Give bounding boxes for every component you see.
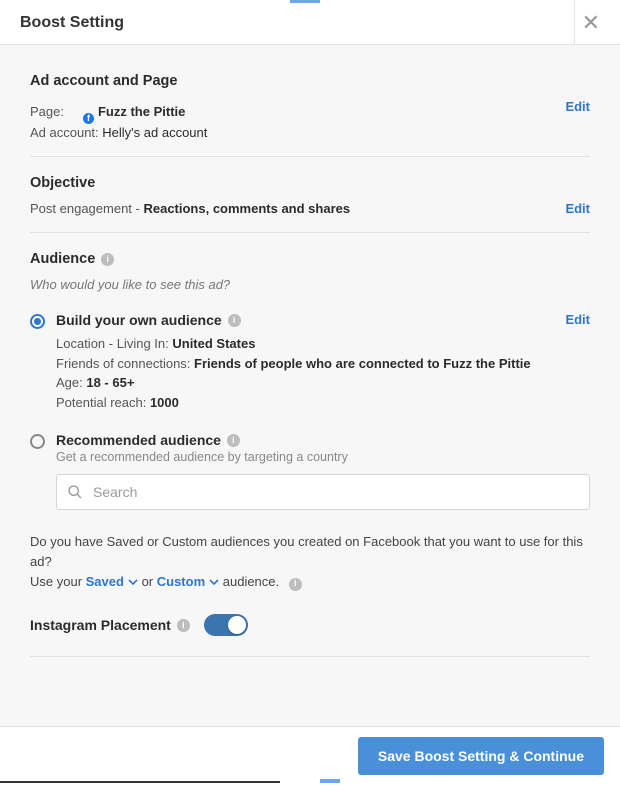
info-icon[interactable]: i xyxy=(227,434,240,447)
instagram-placement-label: Instagram Placement i xyxy=(30,617,190,633)
recommended-sub: Get a recommended audience by targeting … xyxy=(56,450,590,464)
edit-objective-link[interactable]: Edit xyxy=(565,201,590,216)
location-label: Location - Living In: xyxy=(56,336,172,351)
info-icon[interactable]: i xyxy=(177,619,190,632)
toggle-knob-icon xyxy=(228,616,246,634)
custom-audience-link[interactable]: Custom xyxy=(157,572,219,592)
save-continue-button[interactable]: Save Boost Setting & Continue xyxy=(358,737,604,775)
chevron-down-icon xyxy=(128,577,138,587)
radio-build-own[interactable] xyxy=(30,314,45,329)
saved-question: Do you have Saved or Custom audiences yo… xyxy=(30,534,583,569)
custom-link-text: Custom xyxy=(157,572,205,592)
search-icon xyxy=(67,484,83,500)
reach-value: 1000 xyxy=(150,395,179,410)
reach-label: Potential reach: xyxy=(56,395,150,410)
age-value: 18 - 65+ xyxy=(86,375,134,390)
objective-detail: Reactions, comments and shares xyxy=(143,201,350,216)
recommended-title: Recommended audience i xyxy=(56,432,590,448)
build-own-title: Build your own audience i xyxy=(56,312,241,328)
page-name: Fuzz the Pittie xyxy=(98,104,185,119)
search-input[interactable] xyxy=(56,474,590,510)
friends-label: Friends of connections: xyxy=(56,356,194,371)
info-icon[interactable]: i xyxy=(228,314,241,327)
ad-account-label: Ad account: xyxy=(30,125,99,140)
saved-audience-link[interactable]: Saved xyxy=(86,572,138,592)
audience-section-heading: Audience i xyxy=(30,251,590,267)
modal-footer: Save Boost Setting & Continue xyxy=(0,726,620,785)
ad-account-line: Ad account: Helly's ad account xyxy=(30,125,565,140)
modal-content: Ad account and Page Page: f Fuzz the Pit… xyxy=(0,45,620,735)
audience-details: Location - Living In: United States Frie… xyxy=(56,334,590,412)
info-icon[interactable]: i xyxy=(101,253,114,266)
saved-link-text: Saved xyxy=(86,572,124,592)
page-avatar: f xyxy=(68,99,92,123)
modal-header: Boost Setting ✕ xyxy=(0,0,620,45)
info-icon[interactable]: i xyxy=(289,578,302,591)
modal-title: Boost Setting xyxy=(20,14,124,32)
age-label: Age: xyxy=(56,375,86,390)
audience-suffix: audience. xyxy=(219,574,279,589)
radio-recommended[interactable] xyxy=(30,434,45,449)
audience-heading-text: Audience xyxy=(30,251,95,267)
build-own-title-text: Build your own audience xyxy=(56,312,222,328)
close-icon: ✕ xyxy=(582,10,600,35)
edit-audience-link[interactable]: Edit xyxy=(565,312,590,327)
divider xyxy=(30,156,590,157)
location-value: United States xyxy=(172,336,255,351)
audience-subheading: Who would you like to see this ad? xyxy=(30,277,590,292)
objective-section-heading: Objective xyxy=(30,175,590,191)
close-button[interactable]: ✕ xyxy=(582,12,600,34)
saved-custom-block: Do you have Saved or Custom audiences yo… xyxy=(30,532,590,592)
objective-line: Post engagement - Reactions, comments an… xyxy=(30,201,565,216)
ad-account-name: Helly's ad account xyxy=(102,125,207,140)
recommended-title-text: Recommended audience xyxy=(56,432,221,448)
use-prefix: Use your xyxy=(30,574,86,589)
instagram-toggle[interactable] xyxy=(204,614,248,636)
page-line: Page: f Fuzz the Pittie xyxy=(30,99,565,123)
facebook-badge-icon: f xyxy=(82,112,95,125)
radio-dot-icon xyxy=(34,318,41,325)
chevron-down-icon xyxy=(209,577,219,587)
page-label: Page: xyxy=(30,104,64,119)
friends-value: Friends of people who are connected to F… xyxy=(194,356,531,371)
account-section-heading: Ad account and Page xyxy=(30,73,590,89)
divider xyxy=(30,656,590,657)
objective-prefix: Post engagement - xyxy=(30,201,143,216)
or-text: or xyxy=(138,574,157,589)
edit-account-link[interactable]: Edit xyxy=(565,99,590,114)
divider xyxy=(30,232,590,233)
instagram-label-text: Instagram Placement xyxy=(30,617,171,633)
